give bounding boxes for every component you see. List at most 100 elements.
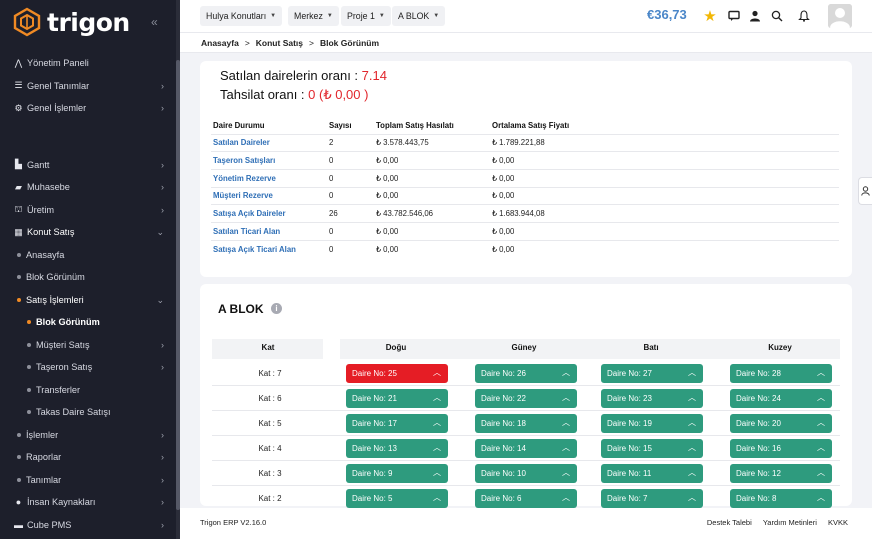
- flat-button-sold[interactable]: Daire No: 25 ︿: [346, 364, 448, 383]
- sidebar-item-raporlar[interactable]: Raporlar ›: [0, 446, 176, 469]
- row-divider: [212, 485, 840, 486]
- sidebar-item-musteri-satis[interactable]: Müşteri Satış ›: [0, 334, 176, 357]
- flat-button[interactable]: Daire No: 8 ︿: [730, 489, 832, 508]
- chevron-up-icon: ︿: [433, 393, 441, 402]
- side-panel-toggle[interactable]: [858, 177, 872, 205]
- sidebar-item-transferler[interactable]: Transferler: [0, 379, 176, 402]
- chat-icon[interactable]: [726, 8, 742, 24]
- sidebar-item-muhasebe[interactable]: ▰ Muhasebe ›: [0, 176, 176, 199]
- table-cell: ₺ 0,00: [490, 151, 839, 170]
- flat-button[interactable]: Daire No: 7 ︿: [601, 489, 703, 508]
- flat-button[interactable]: Daire No: 19 ︿: [601, 414, 703, 433]
- flat-button[interactable]: Daire No: 20 ︿: [730, 414, 832, 433]
- avatar[interactable]: [828, 4, 852, 28]
- sidebar-item-label: İnsan Kaynakları: [27, 497, 96, 508]
- footer-link-yardim-metinleri[interactable]: Yardım Metinleri: [763, 518, 817, 527]
- balance-display[interactable]: €36,73: [647, 7, 687, 22]
- table-row: Satışa Açık Daireler 26 ₺ 43.782.546,06 ₺ 1…: [211, 204, 839, 223]
- flat-button[interactable]: Daire No: 24 ︿: [730, 389, 832, 408]
- flat-button[interactable]: Daire No: 10 ︿: [475, 464, 577, 483]
- bullet-icon: [17, 455, 21, 460]
- sidebar-item-taseron-satis[interactable]: Taşeron Satış ›: [0, 356, 176, 379]
- search-icon[interactable]: [769, 8, 785, 24]
- flat-button[interactable]: Daire No: 5 ︿: [346, 489, 448, 508]
- sidebar-item-uretim[interactable]: ⛫ Üretim ›: [0, 199, 176, 222]
- flat-button[interactable]: Daire No: 14 ︿: [475, 439, 577, 458]
- chevron-up-icon: ︿: [433, 443, 441, 452]
- sidebar-item-label: Transferler: [36, 384, 81, 395]
- flat-button[interactable]: Daire No: 21 ︿: [346, 389, 448, 408]
- chevron-up-icon: ︿: [817, 468, 825, 477]
- topbar: Hulya Konutları ▼ Merkez ▼ Proje 1 ▼ A B…: [180, 0, 872, 33]
- sidebar-item-genel-tanimlar[interactable]: ☰ Genel Tanımlar ›: [0, 75, 176, 98]
- status-link[interactable]: Satılan Daireler: [211, 133, 327, 152]
- sidebar-scrollbar[interactable]: [176, 60, 180, 510]
- sidebar-item-gantt[interactable]: ▙ Gantt ›: [0, 154, 176, 177]
- flat-label: Daire No: 25: [352, 369, 397, 378]
- column-header: Ortalama Satış Fiyatı: [492, 120, 570, 130]
- table-cell: ₺ 0,00: [490, 221, 839, 241]
- sidebar-item-satis-islemleri[interactable]: Satış İşlemleri ⌄: [0, 289, 176, 312]
- flat-button[interactable]: Daire No: 16 ︿: [730, 439, 832, 458]
- flat-button[interactable]: Daire No: 27 ︿: [601, 364, 703, 383]
- sidebar-item-blok-gorunum-active[interactable]: Blok Görünüm: [0, 311, 176, 334]
- chevron-right-icon: >: [244, 37, 250, 48]
- flat-button[interactable]: Daire No: 28 ︿: [730, 364, 832, 383]
- info-icon[interactable]: i: [271, 303, 282, 314]
- flat-button[interactable]: Daire No: 12 ︿: [730, 464, 832, 483]
- star-icon[interactable]: ★: [702, 8, 718, 25]
- sidebar-item-konut-satis[interactable]: ▦ Konut Satış ⌄: [0, 221, 176, 244]
- status-link[interactable]: Satışa Açık Ticari Alan: [211, 239, 327, 258]
- flat-button[interactable]: Daire No: 17 ︿: [346, 414, 448, 433]
- sidebar-item-genel-islemler[interactable]: ⚙ Genel İşlemler ›: [0, 97, 176, 120]
- table-cell: ₺ 1.789.221,88: [490, 133, 839, 152]
- table-cell: ₺ 43.782.546,06: [374, 204, 490, 223]
- collapse-sidebar-icon[interactable]: «: [151, 15, 158, 29]
- table-cell: 0: [327, 239, 374, 258]
- sidebar-item-yonetim-paneli[interactable]: ⋀ Yönetim Paneli: [0, 52, 176, 75]
- table-cell: ₺ 0,00: [490, 168, 839, 188]
- caret-down-icon: ▼: [378, 13, 385, 19]
- status-link[interactable]: Satılan Ticari Alan: [211, 221, 327, 241]
- chevron-right-icon: ›: [161, 452, 164, 462]
- sold-ratio-label: Satılan dairelerin oranı :: [220, 68, 362, 83]
- status-link[interactable]: Müşteri Rezerve: [211, 186, 327, 205]
- user-icon[interactable]: [747, 8, 763, 24]
- sidebar-item-cube-pms[interactable]: ▬ Cube PMS ›: [0, 514, 176, 537]
- sidebar-item-takas-daire-satisi[interactable]: Takas Daire Satışı: [0, 401, 176, 424]
- bullet-icon: [17, 297, 21, 302]
- sidebar-item-label: Müşteri Satış: [36, 339, 90, 350]
- branch-select[interactable]: Merkez ▼: [288, 6, 339, 26]
- chevron-up-icon: ︿: [433, 368, 441, 377]
- flat-button[interactable]: Daire No: 22 ︿: [475, 389, 577, 408]
- bell-icon[interactable]: [796, 8, 812, 24]
- sidebar-item-blok-gorunum[interactable]: Blok Görünüm: [0, 266, 176, 289]
- footer-link-destek-talebi[interactable]: Destek Talebi: [707, 518, 752, 527]
- flat-button[interactable]: Daire No: 23 ︿: [601, 389, 703, 408]
- sidebar-item-tanimlar[interactable]: Tanımlar ›: [0, 469, 176, 492]
- flat-button[interactable]: Daire No: 6 ︿: [475, 489, 577, 508]
- flat-button[interactable]: Daire No: 15 ︿: [601, 439, 703, 458]
- status-link[interactable]: Taşeron Satışları: [211, 151, 327, 170]
- grid-column-header: Doğu: [385, 343, 407, 352]
- sidebar-item-islemler[interactable]: İşlemler ›: [0, 424, 176, 447]
- footer-link-kvkk[interactable]: KVKK: [828, 518, 848, 527]
- collection-ratio-label: Tahsilat oranı :: [220, 87, 309, 102]
- flat-button[interactable]: Daire No: 13 ︿: [346, 439, 448, 458]
- company-select[interactable]: Hulya Konutları ▼: [200, 6, 283, 26]
- bullet-icon: [27, 410, 31, 415]
- project-select[interactable]: Proje 1 ▼: [341, 6, 391, 26]
- breadcrumb-item-konut-satis[interactable]: Konut Satış: [256, 38, 303, 48]
- status-link[interactable]: Satışa Açık Daireler: [211, 204, 327, 223]
- logo[interactable]: trigon: [0, 0, 176, 44]
- sidebar-item-anasayfa[interactable]: Anasayfa: [0, 244, 176, 267]
- flat-button[interactable]: Daire No: 26 ︿: [475, 364, 577, 383]
- flat-button[interactable]: Daire No: 9 ︿: [346, 464, 448, 483]
- status-link[interactable]: Yönetim Rezerve: [211, 168, 327, 188]
- flat-button[interactable]: Daire No: 18 ︿: [475, 414, 577, 433]
- sidebar-item-insan-kaynaklari[interactable]: ● İnsan Kaynakları ›: [0, 491, 176, 514]
- breadcrumb-item-anasayfa[interactable]: Anasayfa: [201, 38, 239, 48]
- sidebar-item-label: Gantt: [27, 159, 50, 170]
- flat-button[interactable]: Daire No: 11 ︿: [601, 464, 703, 483]
- block-select[interactable]: A BLOK ▼: [392, 6, 446, 26]
